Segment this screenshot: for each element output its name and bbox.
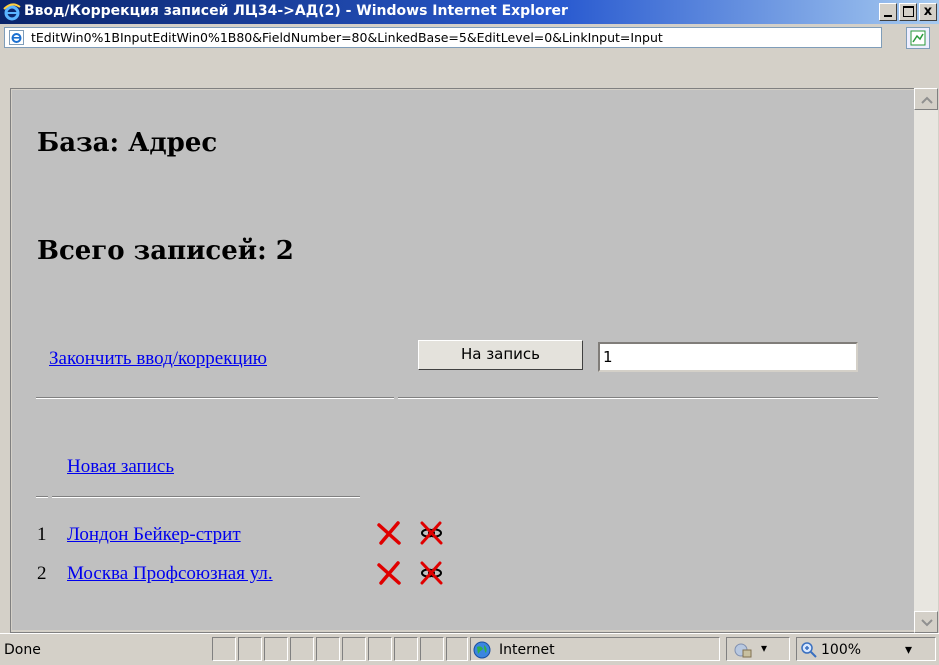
address-field[interactable]: tEditWin0%1BInputEditWin0%1B80&FieldNumb… <box>4 27 882 48</box>
record-number: 2 <box>37 563 47 584</box>
title-bar[interactable]: Ввод/Коррекция записей ЛЦ34->АД(2) - Win… <box>0 0 939 24</box>
window-title: Ввод/Коррекция записей ЛЦ34->АД(2) - Win… <box>24 3 568 19</box>
record-number: 1 <box>37 524 47 545</box>
status-cell <box>420 637 444 661</box>
base-heading: База: Адрес <box>37 128 218 158</box>
security-zone[interactable]: Internet <box>470 637 720 661</box>
status-cell <box>316 637 340 661</box>
chevron-up-icon <box>921 96 933 104</box>
go-icon <box>910 30 926 46</box>
status-cell <box>238 637 262 661</box>
status-cell <box>446 637 468 661</box>
chevron-down-icon <box>921 619 933 627</box>
globe-icon <box>473 641 491 659</box>
ie-logo-icon <box>3 3 21 21</box>
url-text: tEditWin0%1BInputEditWin0%1B80&FieldNumb… <box>31 30 663 45</box>
delete-x-icon[interactable] <box>376 560 402 586</box>
divider-small <box>36 496 48 498</box>
status-bar: Done Internet ▾ 100% ▾ <box>0 633 939 665</box>
delete-x-icon[interactable] <box>376 520 402 546</box>
status-cell <box>212 637 236 661</box>
scroll-up-button[interactable] <box>914 88 938 110</box>
close-button[interactable]: x <box>919 3 937 21</box>
magnifier-icon <box>801 642 817 658</box>
dropdown-arrow: ▾ <box>761 641 768 655</box>
divider-right <box>398 397 878 399</box>
vertical-scrollbar[interactable] <box>914 88 938 633</box>
status-text: Done <box>4 642 41 658</box>
maximize-button[interactable] <box>899 3 917 21</box>
unlink-icon[interactable] <box>418 520 444 546</box>
minimize-button[interactable] <box>879 3 897 21</box>
record-count-heading: Всего записей: 2 <box>37 236 294 266</box>
unlink-icon[interactable] <box>418 560 444 586</box>
new-record-link[interactable]: Новая запись <box>67 456 174 478</box>
status-cell <box>290 637 314 661</box>
goto-record-button[interactable]: На запись <box>418 340 583 370</box>
window-controls: x <box>879 3 937 21</box>
protected-mode-indicator[interactable]: ▾ <box>726 637 790 661</box>
status-cell <box>368 637 392 661</box>
lock-icon <box>734 643 752 658</box>
record-link-1[interactable]: Лондон Бейкер-стрит <box>67 524 241 546</box>
address-bar: tEditWin0%1BInputEditWin0%1B80&FieldNumb… <box>0 24 939 52</box>
status-cell <box>264 637 288 661</box>
zoom-dropdown-arrow: ▾ <box>905 642 913 658</box>
ie-page-icon <box>9 30 24 45</box>
status-cell <box>342 637 366 661</box>
divider-left <box>36 397 394 399</box>
page-content: База: Адрес Всего записей: 2 Закончить в… <box>12 90 914 630</box>
finish-editing-link[interactable]: Закончить ввод/коррекцию <box>49 348 267 370</box>
record-link-2[interactable]: Москва Профсоюзная ул. <box>67 563 273 585</box>
divider-list <box>52 496 360 498</box>
zoom-level: 100% <box>821 642 862 658</box>
page-favicon-button[interactable] <box>906 27 930 49</box>
status-cell <box>394 637 418 661</box>
ie-window: Ввод/Коррекция записей ЛЦ34->АД(2) - Win… <box>0 0 939 665</box>
zoom-control[interactable]: 100% ▾ <box>796 637 936 661</box>
scroll-down-button[interactable] <box>914 611 938 633</box>
record-number-input[interactable]: 1 <box>598 342 858 372</box>
zone-label: Internet <box>499 642 555 658</box>
